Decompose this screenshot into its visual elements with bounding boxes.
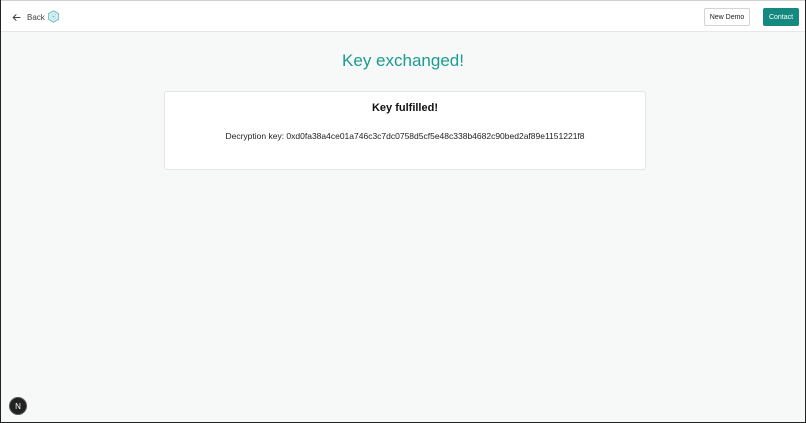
logo-icon [48, 10, 59, 23]
card-title: Key fulfilled! [371, 102, 438, 114]
contact-button[interactable]: Contact [763, 8, 799, 26]
key-card: Key fulfilled! Decryption key: 0xd0fa38a… [164, 91, 646, 170]
new-demo-button[interactable]: New Demo [704, 8, 750, 26]
arrow-left-icon [12, 13, 21, 21]
back-link[interactable]: Back [12, 10, 45, 24]
decryption-key-text: Decryption key: 0xd0fa38a4ce01a746c3c7dc… [225, 131, 585, 141]
dev-tools-badge[interactable]: N [9, 397, 27, 415]
back-label: Back [27, 12, 45, 22]
page-title: Key exchanged! [342, 51, 464, 70]
top-bar: Back New Demo Contact [1, 0, 805, 32]
